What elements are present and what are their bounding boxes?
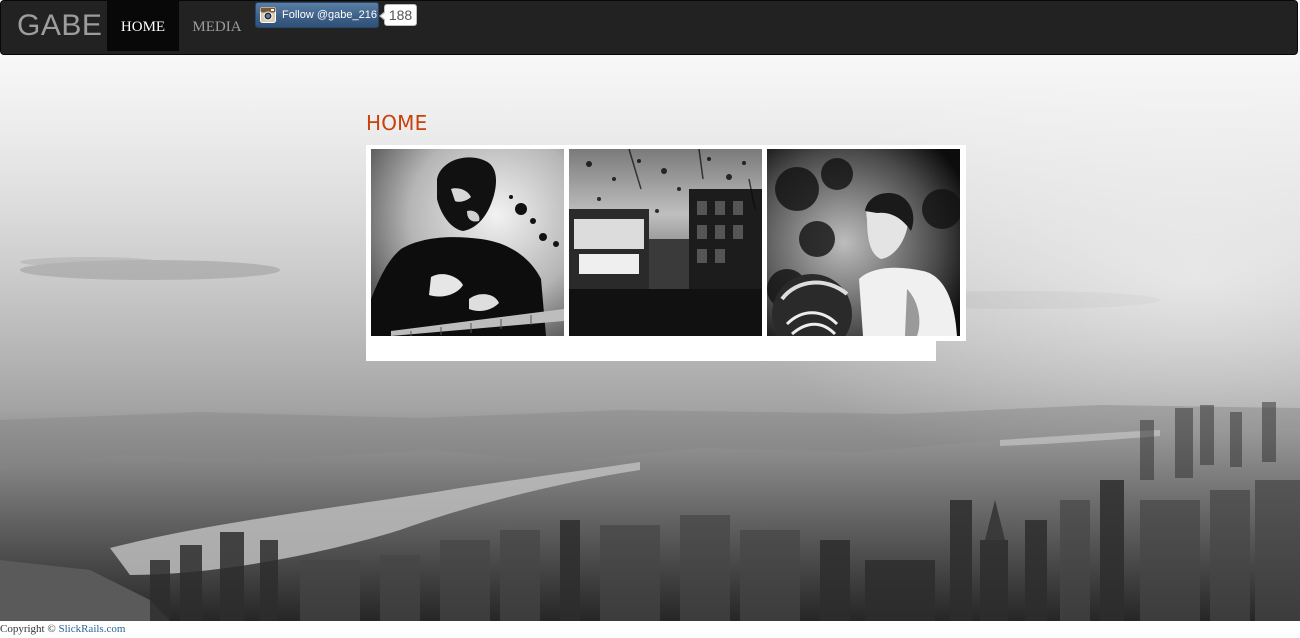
follow-label: Follow @gabe_216 [282,9,377,21]
footer: Copyright © SlickRails.com [0,621,1300,638]
instagram-camera-icon [260,7,276,23]
instagram-follow-button[interactable]: Follow @gabe_216 [255,2,379,28]
nav-media[interactable]: MEDIA [181,1,253,51]
photo-rainy-street[interactable] [569,149,762,336]
brand-logo[interactable]: GABE [17,9,102,43]
photo-football-player[interactable] [767,149,960,336]
copyright-text: Copyright © [0,623,59,635]
top-navbar: GABE HOME MEDIA Follow @gabe_216 188 [0,0,1298,55]
nav-home[interactable]: HOME [107,1,179,51]
photo-guitarist[interactable] [371,149,564,336]
footer-link-slickrails[interactable]: SlickRails.com [58,623,125,635]
follower-count-badge: 188 [379,4,417,26]
page-title: HOME [366,111,428,135]
